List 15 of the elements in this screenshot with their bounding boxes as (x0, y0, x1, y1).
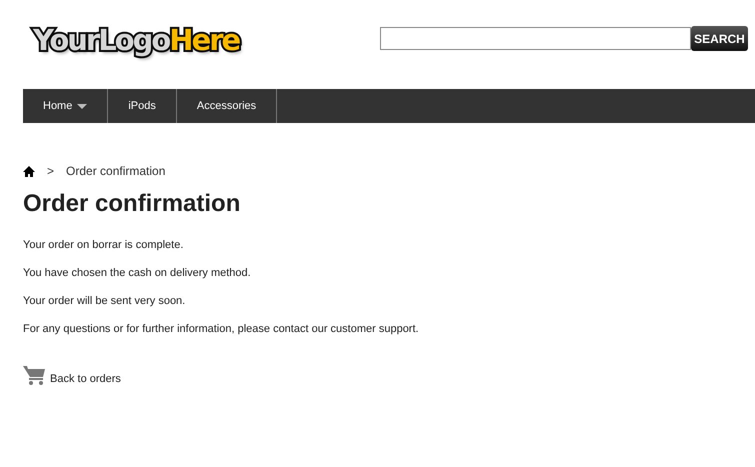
back-to-orders-link[interactable]: Back to orders (50, 374, 121, 385)
nav-item[interactable]: Accessories (176, 89, 278, 123)
message-text: For any questions or for further information, please contact our customer support. (23, 323, 420, 335)
breadcrumb-separator: > (47, 163, 54, 180)
message-text: Your order will be sent very soon. (23, 295, 186, 307)
nav-item[interactable]: Home (23, 89, 108, 123)
search-button[interactable]: SEARCH (691, 26, 748, 51)
nav-item[interactable]: iPods (108, 89, 177, 123)
page-heading: Order confirmation (23, 189, 242, 219)
search-field[interactable] (380, 27, 691, 50)
home-icon[interactable] (23, 166, 35, 176)
breadcrumb-current: Order confirmation (66, 163, 166, 180)
message-text: Your order on borrar is complete. (23, 239, 184, 251)
message-text: You have chosen the cash on delivery method. (23, 267, 252, 279)
cart-icon[interactable] (23, 365, 46, 385)
